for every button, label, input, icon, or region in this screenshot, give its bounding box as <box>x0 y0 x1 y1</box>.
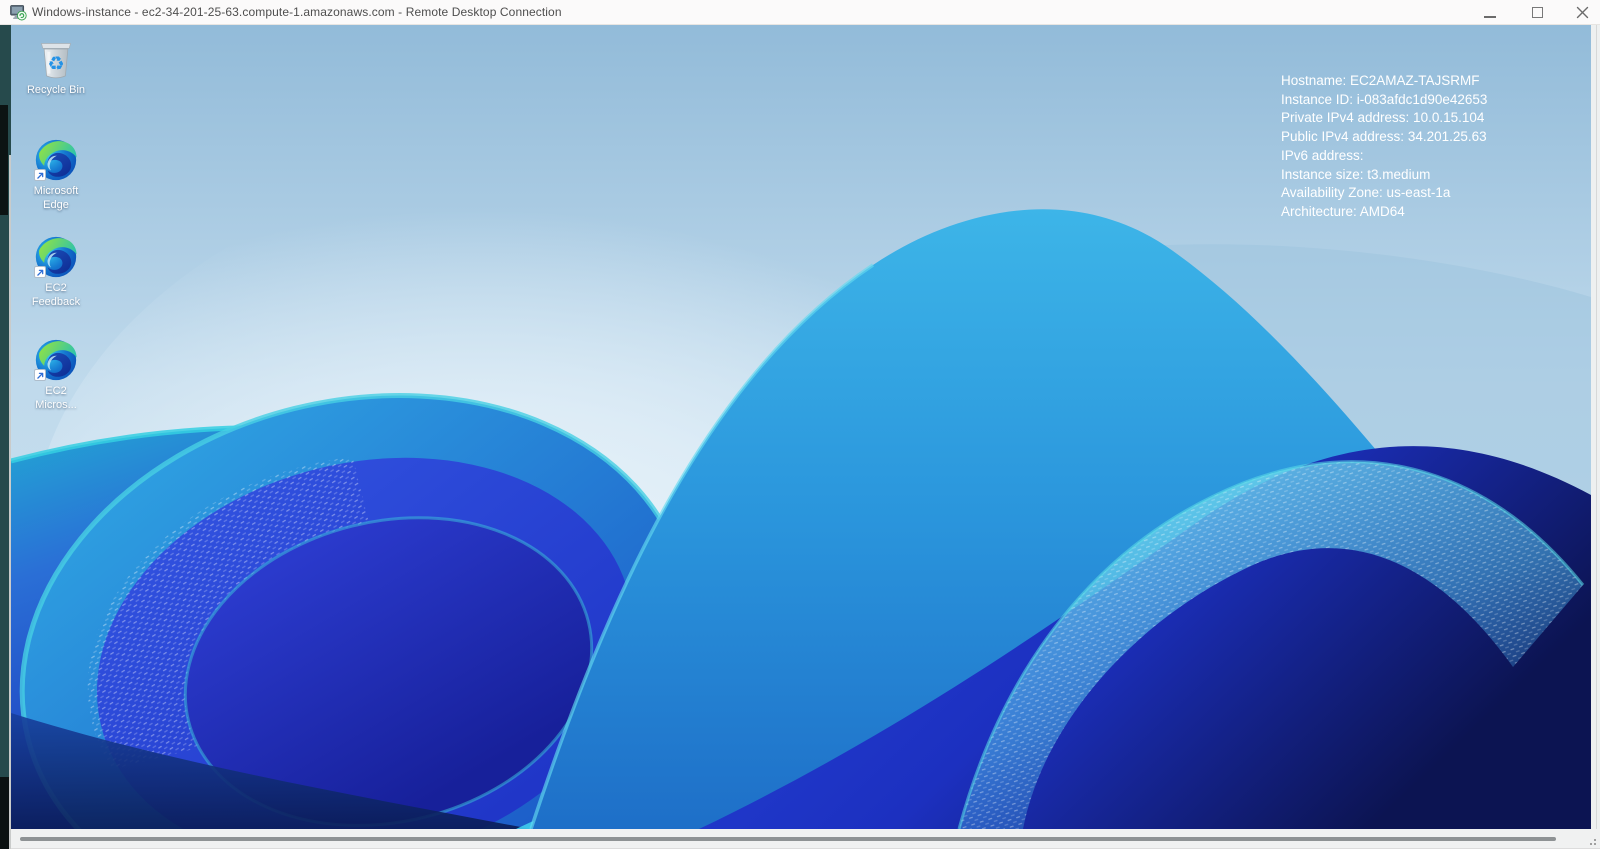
icon-label: Recycle Bin <box>27 83 85 97</box>
shortcut-arrow-icon <box>36 171 45 180</box>
icon-label-line: Microsoft <box>34 184 79 198</box>
icon-label-line: Edge <box>34 198 79 212</box>
icon-label-line: EC2 <box>32 281 80 295</box>
vertical-scrollbar-gutter <box>1591 25 1600 849</box>
instance-info-line: Private IPv4 address: 10.0.15.104 <box>1281 109 1487 128</box>
desktop-icon-microsoft-edge[interactable]: MicrosoftEdge <box>15 139 97 212</box>
recycle-bin-icon-art: ♻ <box>35 38 77 80</box>
shortcut-arrow-icon <box>36 268 45 277</box>
icon-label: MicrosoftEdge <box>34 184 79 212</box>
resize-grip[interactable] <box>1595 844 1596 845</box>
shortcut-arrow-badge <box>34 169 46 181</box>
icon-label: EC2Feedback <box>32 281 80 309</box>
shortcut-arrow-badge <box>34 369 46 381</box>
remote-desktop-window: Windows-instance - ec2-34-201-25-63.comp… <box>0 0 1600 849</box>
minimize-icon <box>1484 16 1496 18</box>
desktop-icon-recycle-bin[interactable]: ♻ Recycle Bin <box>15 38 97 97</box>
shortcut-arrow-badge <box>34 266 46 278</box>
maximize-icon <box>1532 7 1543 18</box>
grip-dot <box>1594 839 1596 841</box>
background-window-sliver <box>0 25 11 849</box>
edge-icon-art <box>35 139 77 181</box>
instance-info-line: Architecture: AMD64 <box>1281 203 1487 222</box>
instance-info-line: Hostname: EC2AMAZ-TAJSRMF <box>1281 72 1487 91</box>
window-title: Windows-instance - ec2-34-201-25-63.comp… <box>32 5 562 19</box>
maximize-button[interactable] <box>1527 3 1547 22</box>
instance-info-line: Instance ID: i-083afdc1d90e42653 <box>1281 91 1487 110</box>
sliver-dark-segment-bottom <box>0 777 9 849</box>
edge-icon-art <box>35 339 77 381</box>
instance-info-line: Instance size: t3.medium <box>1281 166 1487 185</box>
icon-label: EC2Micros... <box>35 384 77 412</box>
svg-text:♻: ♻ <box>47 52 64 75</box>
icon-label-line: EC2 <box>35 384 77 398</box>
grip-dot <box>1590 843 1592 845</box>
remote-desktop-app-icon <box>10 4 27 21</box>
title-bar[interactable]: Windows-instance - ec2-34-201-25-63.comp… <box>0 0 1600 25</box>
close-icon <box>1576 6 1589 19</box>
minimize-button[interactable] <box>1480 3 1500 22</box>
close-button[interactable] <box>1572 3 1592 22</box>
remote-desktop-viewport[interactable]: ♻ Recycle Bin MicrosoftE <box>11 25 1591 829</box>
icon-label-line: Recycle Bin <box>27 83 85 97</box>
recycle-bin-icon: ♻ <box>35 38 77 80</box>
instance-info-line: IPv6 address: <box>1281 147 1487 166</box>
instance-info-overlay: Hostname: EC2AMAZ-TAJSRMFInstance ID: i-… <box>1281 72 1487 222</box>
instance-info-line: Availability Zone: us-east-1a <box>1281 184 1487 203</box>
edge-icon-art <box>35 236 77 278</box>
grip-dot <box>1594 843 1596 845</box>
horizontal-scrollbar-thumb[interactable] <box>20 837 1556 841</box>
instance-info-line: Public IPv4 address: 34.201.25.63 <box>1281 128 1487 147</box>
horizontal-scrollbar-track[interactable] <box>11 829 1600 849</box>
shortcut-arrow-icon <box>36 371 45 380</box>
icon-label-line: Micros... <box>35 398 77 412</box>
desktop-icon-ec2-feedback[interactable]: EC2Feedback <box>15 236 97 309</box>
sliver-dark-segment-top <box>0 105 8 215</box>
icon-label-line: Feedback <box>32 295 80 309</box>
desktop-icon-ec2-microsoft[interactable]: EC2Micros... <box>15 339 97 412</box>
